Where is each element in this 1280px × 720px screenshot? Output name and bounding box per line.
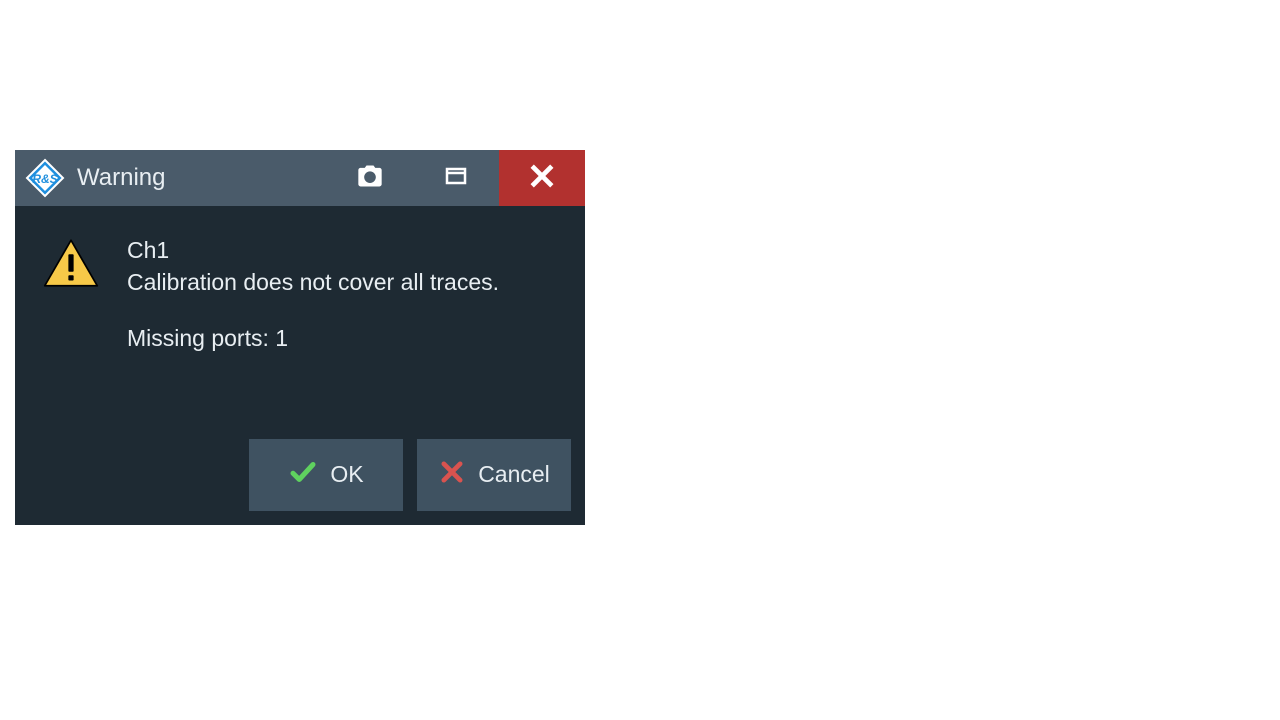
maximize-icon [444, 164, 468, 193]
close-icon [528, 162, 556, 195]
ok-button[interactable]: OK [249, 439, 403, 511]
message-line2: Missing ports: 1 [127, 322, 499, 354]
ok-label: OK [330, 461, 363, 488]
screenshot-button[interactable] [327, 150, 413, 206]
dialog-body: Ch1 Calibration does not cover all trace… [15, 206, 585, 365]
cancel-icon [438, 458, 466, 492]
cancel-button[interactable]: Cancel [417, 439, 571, 511]
message-line1: Calibration does not cover all traces. [127, 266, 499, 298]
warning-icon [43, 234, 99, 355]
cancel-label: Cancel [478, 461, 550, 488]
message-channel: Ch1 [127, 234, 499, 266]
titlebar-left: R&S Warning [15, 158, 327, 198]
camera-icon [356, 162, 384, 195]
warning-dialog: R&S Warning [15, 150, 585, 525]
maximize-button[interactable] [413, 150, 499, 206]
dialog-title: Warning [77, 164, 165, 192]
svg-text:R&S: R&S [32, 172, 57, 186]
dialog-footer: OK Cancel [15, 425, 585, 525]
dialog-message: Ch1 Calibration does not cover all trace… [127, 234, 499, 355]
titlebar-buttons [327, 150, 585, 206]
check-icon [288, 457, 318, 493]
close-button[interactable] [499, 150, 585, 206]
titlebar: R&S Warning [15, 150, 585, 206]
app-logo-icon: R&S [25, 158, 65, 198]
